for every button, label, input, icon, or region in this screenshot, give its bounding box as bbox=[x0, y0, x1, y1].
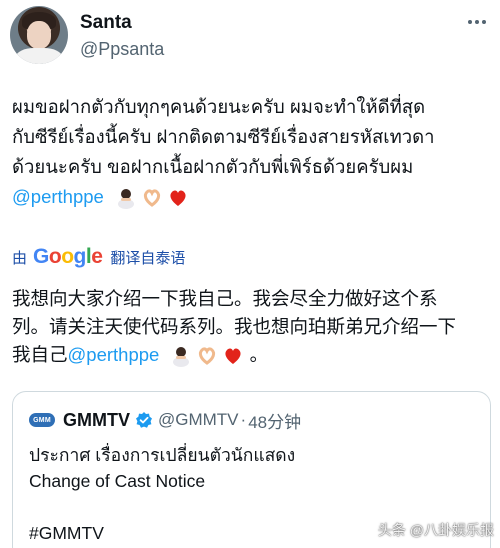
google-logo: Google bbox=[33, 245, 103, 268]
translated-last-line: 我自己@perthppe 。 bbox=[12, 341, 490, 369]
quoted-display-name[interactable]: GMMTV bbox=[63, 410, 130, 431]
user-handle[interactable]: @Ppsanta bbox=[80, 39, 164, 60]
person-bowing-emoji bbox=[117, 189, 134, 210]
avatar[interactable] bbox=[10, 6, 68, 64]
tweet-line: ผมขอฝากตัวกับทุกๆคนด้วยนะครับ ผมจะทำให้ด… bbox=[12, 96, 426, 117]
translate-label[interactable]: 翻译自泰语 bbox=[110, 247, 185, 268]
gmmtv-logo[interactable]: GMM bbox=[29, 413, 55, 427]
tweet-line: ด้วยนะครับ ขอฝากเนื้อฝากตัวกับพี่เพิร์ธด… bbox=[12, 156, 414, 177]
translated-mention-link[interactable]: @perthppe bbox=[68, 344, 160, 365]
avatar-shirt bbox=[16, 48, 62, 64]
translated-line: 列。请关注天使代码系列。我也想向珀斯弟兄介绍一下 bbox=[12, 316, 457, 337]
gmmtv-logo-text: GMM bbox=[33, 416, 51, 424]
watermark: 头条 @八卦娱乐报 bbox=[360, 518, 494, 542]
translated-text: 我想向大家介绍一下我自己。我会尽全力做好这个系 列。请关注天使代码系列。我也想向… bbox=[12, 285, 490, 369]
translated-emoji-row bbox=[170, 345, 244, 368]
tweet-line: กับซีรีย์เรื่องนี้ครับ ฝากติดตามซีรีย์เร… bbox=[12, 126, 435, 147]
display-name[interactable]: Santa bbox=[80, 12, 132, 34]
tweet-mention-line: @perthppe bbox=[12, 182, 490, 212]
more-options-icon[interactable] bbox=[464, 12, 490, 32]
tweet-text: ผมขอฝากตัวกับทุกๆคนด้วยนะครับ ผมจะทำให้ด… bbox=[12, 92, 490, 212]
quoted-handle[interactable]: @GMMTV bbox=[158, 410, 239, 430]
separator-dot: · bbox=[240, 410, 247, 429]
avatar-face bbox=[27, 21, 51, 49]
quoted-line: ประกาศ เรื่องการเปลี่ยนตัวนักแสดง bbox=[29, 445, 296, 465]
quoted-timestamp[interactable]: 48分钟 bbox=[248, 408, 301, 433]
toutiao-icon bbox=[360, 523, 374, 537]
translate-by-text: 由 bbox=[12, 249, 28, 267]
red-heart-emoji bbox=[225, 348, 242, 365]
watermark-text: 头条 @八卦娱乐报 bbox=[377, 522, 494, 538]
emoji-row bbox=[115, 187, 189, 210]
verified-badge-icon bbox=[136, 412, 152, 428]
quoted-tweet-header: GMM GMMTV @GMMTV · 48分钟 bbox=[29, 408, 301, 432]
translated-suffix: 。 bbox=[249, 344, 269, 365]
quoted-line: Change of Cast Notice bbox=[29, 471, 206, 491]
tweet-header: Santa @Ppsanta bbox=[10, 6, 490, 66]
red-heart-emoji bbox=[170, 190, 186, 207]
translated-line: 我想向大家介绍一下我自己。我会尽全力做好这个系 bbox=[12, 288, 438, 309]
translated-prefix: 我自己 bbox=[12, 344, 68, 365]
translated-by-bar[interactable]: 由 Google 翻译自泰语 bbox=[12, 244, 185, 270]
heart-hands-emoji bbox=[199, 347, 216, 365]
person-bowing-emoji bbox=[173, 347, 190, 368]
heart-hands-emoji bbox=[143, 189, 161, 207]
mention-link[interactable]: @perthppe bbox=[12, 186, 104, 207]
